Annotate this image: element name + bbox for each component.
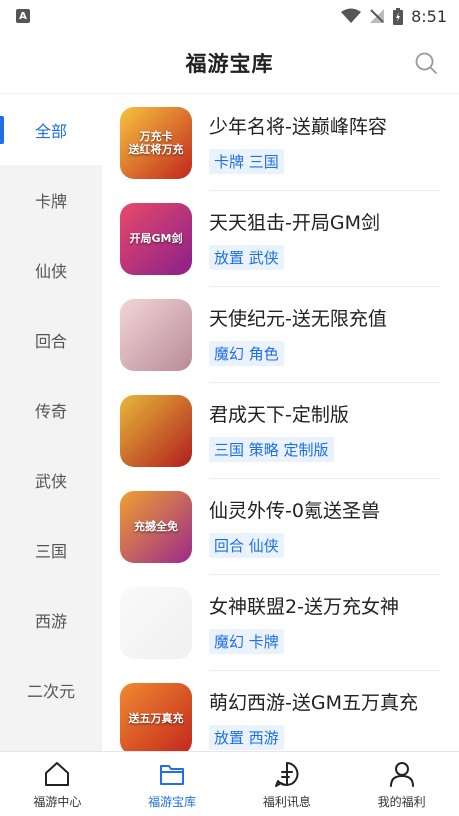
game-icon: 充撼全免 <box>120 491 192 563</box>
game-info: 仙灵外传-0氪送圣兽 回合 仙侠 <box>209 496 380 558</box>
game-tags: 放置 武侠 <box>209 245 380 270</box>
search-icon <box>415 52 437 74</box>
home-icon <box>42 759 72 789</box>
nav-item-home[interactable]: 福游中心 <box>0 752 115 816</box>
nav-label-news: 福利讯息 <box>262 794 311 809</box>
category-item[interactable]: 三国 <box>0 515 102 585</box>
game-tag: 魔幻 卡牌 <box>209 629 284 654</box>
game-tags: 三国 策略 定制版 <box>209 437 349 462</box>
game-info: 萌幻西游-送GM五万真充 放置 西游 <box>209 688 418 750</box>
game-icon: 万充卡 送红将万充 <box>120 107 192 179</box>
category-item[interactable]: 西游 <box>0 585 102 655</box>
game-tag: 回合 仙侠 <box>209 533 284 558</box>
game-list-item[interactable]: 女神联盟2-送万充女神 魔幻 卡牌 <box>102 575 459 671</box>
header: 福游宝库 <box>0 32 459 94</box>
category-item[interactable]: 仙侠 <box>0 235 102 305</box>
game-icon-text: 充撼全免 <box>134 520 178 534</box>
game-icon <box>120 299 192 371</box>
status-left: A <box>16 9 30 23</box>
game-icon <box>120 395 192 467</box>
folder-icon <box>157 759 187 789</box>
game-list-item[interactable]: 万充卡 送红将万充 少年名将-送巅峰阵容 卡牌 三国 <box>102 95 459 191</box>
user-icon <box>387 759 417 789</box>
category-item[interactable]: 武侠 <box>0 445 102 515</box>
game-list-item[interactable]: 充撼全免 仙灵外传-0氪送圣兽 回合 仙侠 <box>102 479 459 575</box>
nav-item-library[interactable]: 福游宝库 <box>115 752 230 816</box>
nav-label-home: 福游中心 <box>33 794 82 809</box>
game-info: 君成天下-定制版 三国 策略 定制版 <box>209 400 349 462</box>
game-title: 君成天下-定制版 <box>209 404 349 426</box>
game-tag: 魔幻 角色 <box>209 341 284 366</box>
status-bar: A 8:51 <box>0 0 459 32</box>
game-icon-text: 送五万真充 <box>128 712 184 726</box>
game-tags: 魔幻 角色 <box>209 341 387 366</box>
battery-icon <box>393 7 404 25</box>
game-tags: 魔幻 卡牌 <box>209 629 399 654</box>
game-tag: 卡牌 三国 <box>209 149 284 174</box>
search-button[interactable] <box>411 48 441 78</box>
game-tags: 放置 西游 <box>209 725 418 750</box>
category-item[interactable]: 回合 <box>0 305 102 375</box>
category-sidebar: 全部 卡牌 仙侠 回合 传奇 武侠 三国 西游 二次元 <box>0 95 102 751</box>
category-item[interactable]: 传奇 <box>0 375 102 445</box>
game-icon <box>120 587 192 659</box>
game-tag: 三国 策略 定制版 <box>209 437 334 462</box>
nav-item-news[interactable]: 福利讯息 <box>230 752 345 816</box>
game-title: 天天狙击-开局GM剑 <box>209 212 380 234</box>
game-info: 女神联盟2-送万充女神 魔幻 卡牌 <box>209 592 399 654</box>
game-title: 天使纪元-送无限充值 <box>209 308 387 330</box>
game-icon: 开局GM剑 <box>120 203 192 275</box>
game-list: 万充卡 送红将万充 少年名将-送巅峰阵容 卡牌 三国 开局GM剑 天天狙击-开局GM剑放… <box>102 95 459 751</box>
nav-label-profile: 我的福利 <box>377 794 426 809</box>
bottom-nav: 福游中心 福游宝库 福利讯息 我的福利 <box>0 751 459 816</box>
game-list-item[interactable]: 送五万真充 萌幻西游-送GM五万真充 放置 西游 <box>102 671 459 751</box>
game-title: 少年名将-送巅峰阵容 <box>209 116 387 138</box>
game-list-item[interactable]: 开局GM剑 天天狙击-开局GM剑 放置 武侠 <box>102 191 459 287</box>
notification-icon: A <box>16 9 30 23</box>
wifi-icon <box>341 8 362 23</box>
category-item[interactable]: 全部 <box>0 95 102 165</box>
status-time: 8:51 <box>411 6 447 26</box>
game-title: 女神联盟2-送万充女神 <box>209 596 399 618</box>
signal-icon <box>370 9 385 23</box>
game-title: 萌幻西游-送GM五万真充 <box>209 692 418 714</box>
game-tag: 放置 武侠 <box>209 245 284 270</box>
game-tag: 放置 西游 <box>209 725 284 750</box>
game-info: 少年名将-送巅峰阵容 卡牌 三国 <box>209 112 387 174</box>
game-title: 仙灵外传-0氪送圣兽 <box>209 500 380 522</box>
nav-label-library: 福游宝库 <box>148 794 197 809</box>
game-tags: 卡牌 三国 <box>209 149 387 174</box>
chat-icon <box>272 759 302 789</box>
category-item[interactable]: 卡牌 <box>0 165 102 235</box>
game-list-item[interactable]: 天使纪元-送无限充值 魔幻 角色 <box>102 287 459 383</box>
game-icon-text: 开局GM剑 <box>129 232 183 246</box>
game-tags: 回合 仙侠 <box>209 533 380 558</box>
game-list-item[interactable]: 君成天下-定制版 三国 策略 定制版 <box>102 383 459 479</box>
status-right: 8:51 <box>341 7 447 26</box>
game-icon-text: 万充卡 送红将万充 <box>128 129 184 156</box>
nav-item-profile[interactable]: 我的福利 <box>344 752 459 816</box>
game-info: 天天狙击-开局GM剑 放置 武侠 <box>209 208 380 270</box>
game-icon: 送五万真充 <box>120 683 192 751</box>
game-info: 天使纪元-送无限充值 魔幻 角色 <box>209 304 387 366</box>
page-title: 福游宝库 <box>185 51 274 76</box>
category-item[interactable]: 二次元 <box>0 655 102 725</box>
